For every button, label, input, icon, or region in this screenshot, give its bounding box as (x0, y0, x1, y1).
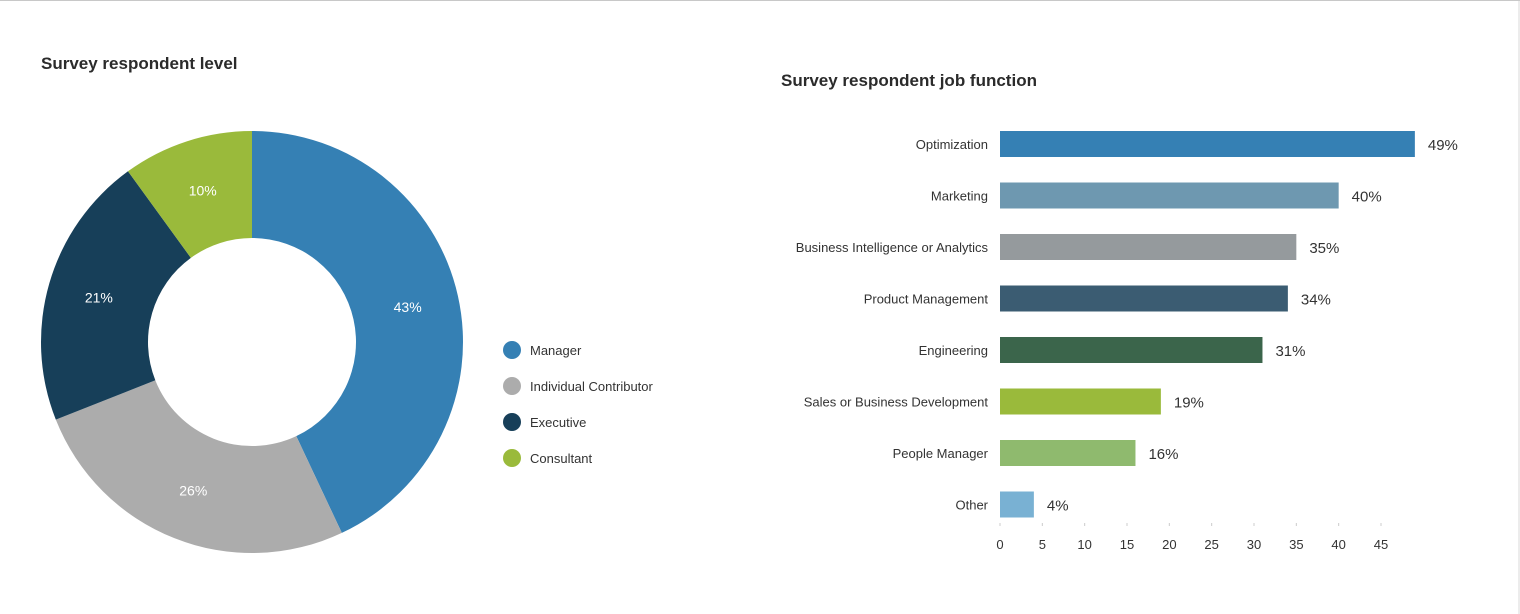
x-tick-label: 40 (1331, 537, 1345, 552)
category-label: Business Intelligence or Analytics (796, 240, 989, 255)
x-tick-label: 35 (1289, 537, 1303, 552)
legend-label: Manager (530, 342, 582, 358)
bar-chart-title: Survey respondent job function (781, 71, 1037, 90)
bar[interactable] (1000, 388, 1161, 415)
legend-label: Individual Contributor (530, 378, 653, 394)
bar[interactable] (1000, 131, 1415, 157)
x-tick-label: 20 (1162, 537, 1176, 552)
donut-data-label: 26% (179, 482, 207, 498)
donut-data-label: 21% (85, 290, 113, 306)
bar-value-label: 40% (1352, 189, 1382, 206)
bar-value-label: 19% (1174, 395, 1204, 412)
bar-value-label: 16% (1148, 446, 1178, 463)
category-label: Optimization (916, 137, 988, 152)
donut-legend: Manager Individual Contributor Executive… (503, 332, 653, 476)
bar-value-label: 49% (1428, 137, 1458, 154)
donut-data-label: 10% (189, 182, 217, 198)
bar[interactable] (1000, 491, 1034, 518)
legend-swatch (503, 377, 521, 395)
category-label: People Manager (893, 446, 989, 461)
category-label: Other (955, 498, 988, 513)
donut-chart: 43% 26% 21% 10% (40, 131, 463, 553)
donut-slice-individual-contributor[interactable] (55, 380, 342, 553)
bar[interactable] (1000, 440, 1136, 466)
category-label: Product Management (864, 292, 989, 307)
x-tick-label: 45 (1374, 537, 1388, 552)
bar-value-label: 35% (1309, 240, 1339, 257)
legend-swatch (503, 341, 521, 359)
x-tick-label: 15 (1120, 537, 1134, 552)
category-label: Marketing (931, 189, 988, 204)
legend-item[interactable]: Individual Contributor (503, 368, 653, 404)
legend-item[interactable]: Consultant (503, 440, 653, 476)
x-tick-label: 0 (996, 537, 1003, 552)
bar[interactable] (1000, 337, 1263, 363)
bar-value-label: 34% (1301, 292, 1331, 309)
bar[interactable] (1000, 285, 1288, 312)
legend-swatch (503, 413, 521, 431)
legend-label: Executive (530, 414, 587, 430)
legend-swatch (503, 449, 521, 467)
x-tick-label: 5 (1039, 537, 1046, 552)
legend-label: Consultant (530, 450, 593, 466)
bar-value-label: 31% (1275, 343, 1305, 360)
bar[interactable] (1000, 182, 1339, 209)
category-label: Engineering (919, 343, 988, 358)
x-tick-label: 30 (1247, 537, 1261, 552)
x-tick-label: 25 (1204, 537, 1218, 552)
bar[interactable] (1000, 234, 1297, 260)
bar-value-label: 4% (1047, 498, 1069, 515)
x-tick-label: 10 (1077, 537, 1091, 552)
category-label: Sales or Business Development (804, 395, 989, 410)
legend-item[interactable]: Executive (503, 404, 653, 440)
donut-data-label: 43% (394, 299, 422, 315)
legend-item[interactable]: Manager (503, 332, 653, 368)
